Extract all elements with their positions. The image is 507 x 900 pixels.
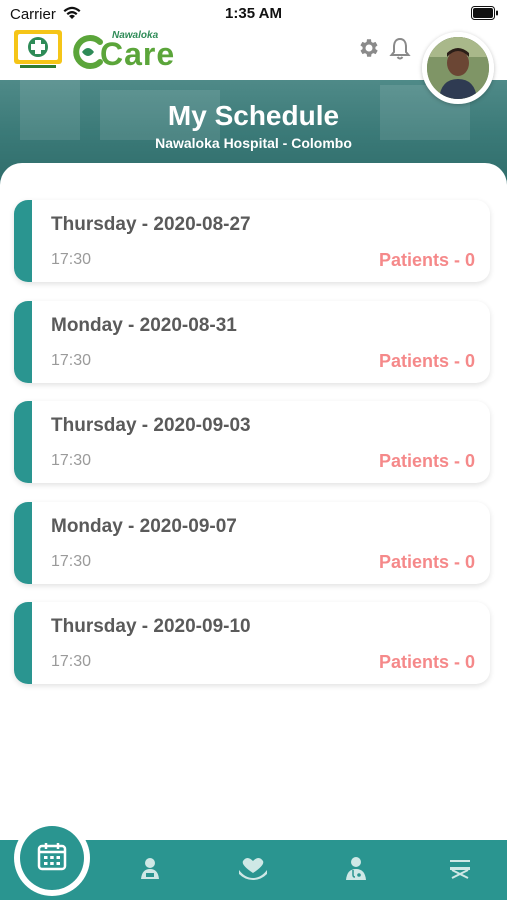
nawaloka-hospital-logo — [14, 30, 62, 70]
patient-count: Patients - 0 — [378, 652, 475, 672]
schedule-time: 17:30 — [51, 251, 92, 268]
patient-count: Patients - 0 — [378, 552, 475, 572]
battery-icon — [471, 6, 499, 25]
schedule-date: Monday - 2020-09-07 — [51, 516, 237, 537]
schedule-time: 17:30 — [51, 352, 92, 369]
nav-patients[interactable] — [130, 850, 170, 890]
bell-icon[interactable] — [388, 36, 412, 67]
patient-count: Patients - 0 — [378, 250, 475, 270]
schedule-card[interactable]: Thursday - 2020-08-27 17:30 Patients - 0 — [14, 200, 490, 282]
schedule-date: Thursday - 2020-09-03 — [51, 415, 251, 436]
schedule-card[interactable]: Monday - 2020-09-07 17:30 Patients - 0 — [14, 502, 490, 584]
calendar-icon — [37, 841, 67, 876]
card-accent — [14, 602, 32, 684]
schedule-date: Thursday - 2020-09-10 — [51, 616, 251, 637]
schedule-time: 17:30 — [51, 653, 92, 670]
bed-icon — [447, 857, 473, 884]
patient-icon — [139, 856, 161, 885]
card-accent — [14, 200, 32, 282]
schedule-time: 17:30 — [51, 553, 92, 570]
nav-schedule[interactable] — [14, 820, 90, 896]
nav-schedule-active — [20, 826, 84, 890]
hospital-subtitle: Nawaloka Hospital - Colombo — [155, 135, 352, 151]
clock: 1:35 AM — [225, 5, 282, 22]
nav-doctors[interactable] — [336, 850, 376, 890]
avatar[interactable] — [422, 32, 494, 104]
schedule-card[interactable]: Monday - 2020-08-31 17:30 Patients - 0 — [14, 301, 490, 383]
care-hands-icon — [237, 856, 269, 885]
schedule-card[interactable]: Thursday - 2020-09-10 17:30 Patients - 0 — [14, 602, 490, 684]
card-accent — [14, 401, 32, 483]
app-header: Nawaloka Care — [0, 28, 507, 104]
nav-beds[interactable] — [440, 850, 480, 890]
doctor-icon — [345, 856, 367, 885]
patient-count: Patients - 0 — [378, 451, 475, 471]
brand-big-text: Care — [100, 36, 176, 72]
page-title: My Schedule — [167, 100, 340, 131]
patient-count: Patients - 0 — [378, 351, 475, 371]
schedule-time: 17:30 — [51, 452, 92, 469]
status-bar: Carrier 1:35 AM — [0, 0, 507, 28]
gear-icon[interactable] — [356, 36, 380, 65]
schedule-date: Thursday - 2020-08-27 — [51, 214, 251, 235]
card-accent — [14, 301, 32, 383]
schedule-list: Thursday - 2020-08-27 17:30 Patients - 0… — [0, 163, 507, 840]
schedule-card[interactable]: Thursday - 2020-09-03 17:30 Patients - 0 — [14, 401, 490, 483]
nav-care[interactable] — [233, 850, 273, 890]
schedule-date: Monday - 2020-08-31 — [51, 315, 237, 336]
card-accent — [14, 502, 32, 584]
